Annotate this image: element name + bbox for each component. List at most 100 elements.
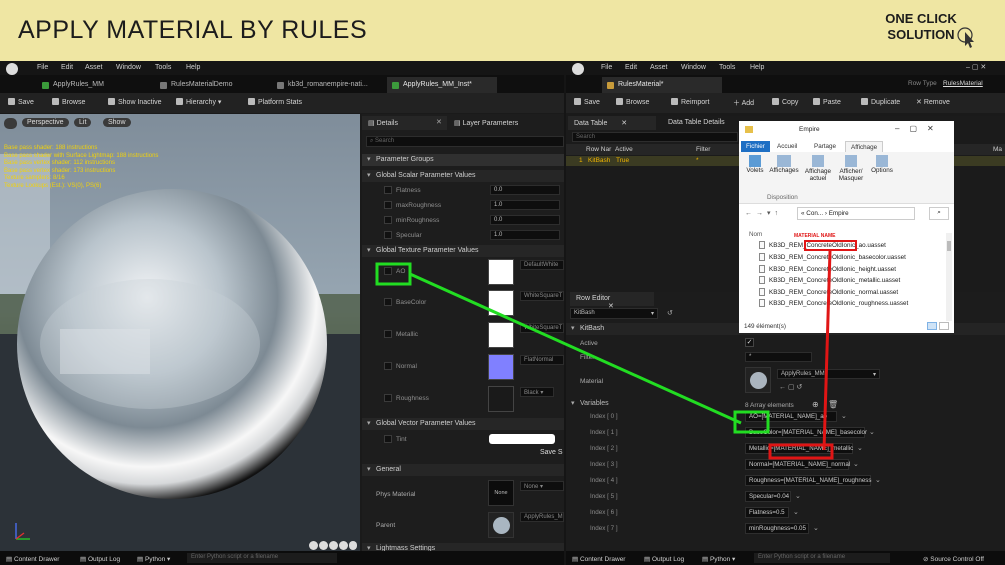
add-element-icon[interactable]: ⊕ <box>812 400 819 409</box>
affichage-actuel-button[interactable]: Affichage actuel <box>803 155 833 182</box>
tab-details[interactable]: ▤ Details <box>362 116 447 130</box>
file-item[interactable]: KB3D_REM_ConcreteOldIonic_normal.uasset <box>759 287 944 299</box>
file-item[interactable]: KB3D_REM_ConcreteOldIonic_roughness.uass… <box>759 299 944 310</box>
parent-dropdown[interactable]: ApplyRules_M <box>520 512 564 522</box>
basecolor-checkbox[interactable] <box>384 298 392 306</box>
paste-button[interactable]: Paste <box>813 98 841 106</box>
copy-button[interactable]: Copy <box>772 98 798 106</box>
ribbon-tab-affichage[interactable]: Affichage <box>845 141 884 152</box>
row-selector[interactable]: KitBash ▾ <box>570 308 658 319</box>
lit-button[interactable]: Lit <box>74 118 92 127</box>
preview-viewport[interactable]: Perspective Lit Show Base pass shader: 1… <box>0 114 360 554</box>
phys-material-dropdown[interactable]: None ▾ <box>520 481 564 491</box>
ribbon-tab-accueil[interactable]: Accueil <box>772 141 802 152</box>
menu-tools[interactable]: Tools <box>719 64 735 71</box>
output-log-button[interactable]: ▤ Output Log <box>80 555 120 563</box>
section-vector-params[interactable]: Global Vector Parameter Values <box>362 418 564 430</box>
file-item[interactable]: KB3D_REM_ConcreteOldIonic_height.uasset <box>759 264 944 276</box>
unreal-logo-icon[interactable] <box>572 63 584 75</box>
viewport-menu-button[interactable] <box>4 118 17 129</box>
metallic-texture-thumbnail[interactable] <box>488 322 514 348</box>
section-parameter-groups[interactable]: Parameter Groups <box>362 154 564 166</box>
plane-shape-button[interactable] <box>329 541 338 550</box>
section-scalar-params[interactable]: Global Scalar Parameter Values <box>362 170 564 182</box>
phys-material-thumbnail[interactable]: None <box>488 480 514 506</box>
delete-icon[interactable]: 🗑 <box>828 400 838 409</box>
maxroughness-field[interactable]: 1.0 <box>490 200 560 210</box>
scrollbar[interactable] <box>946 233 952 321</box>
menu-edit[interactable]: Edit <box>625 64 637 71</box>
close-icon[interactable]: ✕ <box>621 120 627 127</box>
variable-value-input[interactable]: BaseColor=[MATERIAL_NAME]_basecolor <box>745 427 867 438</box>
ao-texture-thumbnail[interactable] <box>488 259 514 285</box>
chevron-down-icon[interactable]: ⌄ <box>853 460 859 468</box>
menu-file[interactable]: File <box>37 64 48 71</box>
ribbon-tab-partage[interactable]: Partage <box>809 141 841 152</box>
menu-asset[interactable]: Asset <box>85 64 103 71</box>
variable-value-input[interactable]: Specular=0.04 <box>745 491 791 502</box>
cylinder-shape-button[interactable] <box>339 541 348 550</box>
affichages-button[interactable]: Affichages <box>767 155 801 174</box>
section-general[interactable]: General <box>362 464 564 476</box>
ribbon-tab-fichier[interactable]: Fichier <box>741 141 770 152</box>
tab-row-editor[interactable]: Row Editor ✕ <box>570 292 654 310</box>
menu-window[interactable]: Window <box>681 64 706 71</box>
address-bar[interactable]: « Con... › Empire <box>797 207 915 220</box>
specular-checkbox[interactable] <box>384 231 392 239</box>
variable-value-input[interactable]: Flatness=0.5 <box>745 507 789 518</box>
chevron-down-icon[interactable]: ⌄ <box>793 508 799 516</box>
variable-value-input[interactable]: Metallic=[MATERIAL_NAME]_metallic <box>745 443 853 454</box>
content-drawer-button[interactable]: ▤ Content Drawer <box>6 555 59 563</box>
platform-stats-button[interactable]: Platform Stats <box>248 98 302 106</box>
menu-file[interactable]: File <box>601 64 612 71</box>
teapot-shape-button[interactable] <box>349 541 357 550</box>
save-button[interactable]: Save <box>8 98 34 106</box>
basecolor-texture-thumbnail[interactable] <box>488 290 514 316</box>
tint-checkbox[interactable] <box>384 435 392 443</box>
save-button[interactable]: Save <box>574 98 600 106</box>
unreal-logo-icon[interactable] <box>6 63 18 75</box>
perspective-button[interactable]: Perspective <box>22 118 69 127</box>
tab-layer-parameters[interactable]: ▤ Layer Parameters <box>448 116 564 130</box>
nav-arrows[interactable]: ←→▾↑ <box>745 209 782 217</box>
tab-rulesmaterialdemo[interactable]: RulesMaterialDemo <box>155 77 236 93</box>
show-inactive-button[interactable]: Show Inactive <box>108 98 162 106</box>
reimport-button[interactable]: Reimport <box>671 98 709 106</box>
menu-edit[interactable]: Edit <box>61 64 73 71</box>
chevron-down-icon[interactable]: ⌄ <box>857 444 863 452</box>
column-active[interactable]: Active <box>615 146 633 153</box>
reset-icon[interactable]: ↺ <box>667 309 673 317</box>
metallic-checkbox[interactable] <box>384 330 392 338</box>
filter-input[interactable]: * <box>745 352 812 362</box>
file-item[interactable]: KB3D_REM_ConcreteOldIonic_ao.uasset <box>759 240 944 252</box>
section-lightmass[interactable]: Lightmass Settings <box>362 543 564 551</box>
menu-tools[interactable]: Tools <box>155 64 171 71</box>
column-material[interactable]: Ma <box>993 146 1002 153</box>
variable-value-input[interactable]: Normal=[MATERIAL_NAME]_normal <box>745 459 850 470</box>
show-button[interactable]: Show <box>103 118 131 127</box>
options-button[interactable]: Options <box>870 155 894 174</box>
window-controls[interactable]: – ▢ ✕ <box>966 63 986 71</box>
ao-checkbox[interactable] <box>384 267 392 275</box>
file-item[interactable]: KB3D_REM_ConcreteOldIonic_metallic.uasse… <box>759 276 944 287</box>
file-item[interactable]: KB3D_REM_ConcreteOldIonic_basecolor.uass… <box>759 253 944 264</box>
row-type-link[interactable]: RulesMaterial <box>943 80 983 87</box>
python-dropdown[interactable]: ▤ Python ▾ <box>137 555 170 563</box>
browse-button[interactable]: Browse <box>616 98 649 106</box>
variable-value-input[interactable]: minRoughness=0.05 <box>745 523 809 534</box>
scrollbar-thumb[interactable] <box>947 241 951 251</box>
specular-field[interactable]: 1.0 <box>490 230 560 240</box>
flatness-field[interactable]: 0.0 <box>490 185 560 195</box>
menu-window[interactable]: Window <box>116 64 141 71</box>
add-button[interactable]: ＋ Add <box>733 98 754 108</box>
save-s-button[interactable]: Save S <box>540 449 563 456</box>
source-control-button[interactable]: ⊘ Source Control Off <box>923 555 984 563</box>
tab-data-table[interactable]: Data Table ✕ <box>568 116 656 130</box>
explorer-search-icon[interactable]: ⌕ <box>929 207 949 220</box>
afficher-masquer-button[interactable]: Afficher/ Masquer <box>835 155 867 182</box>
material-dropdown[interactable]: ApplyRules_MM ▾ <box>777 369 880 379</box>
chevron-down-icon[interactable]: ⌄ <box>869 428 875 436</box>
chevron-down-icon[interactable]: ⌄ <box>795 492 801 500</box>
asset-action-icons[interactable]: ← ▢ ↺ <box>779 383 802 391</box>
tab-kb3d-romanempire[interactable]: kb3d_romanempire-nati... <box>272 77 372 93</box>
